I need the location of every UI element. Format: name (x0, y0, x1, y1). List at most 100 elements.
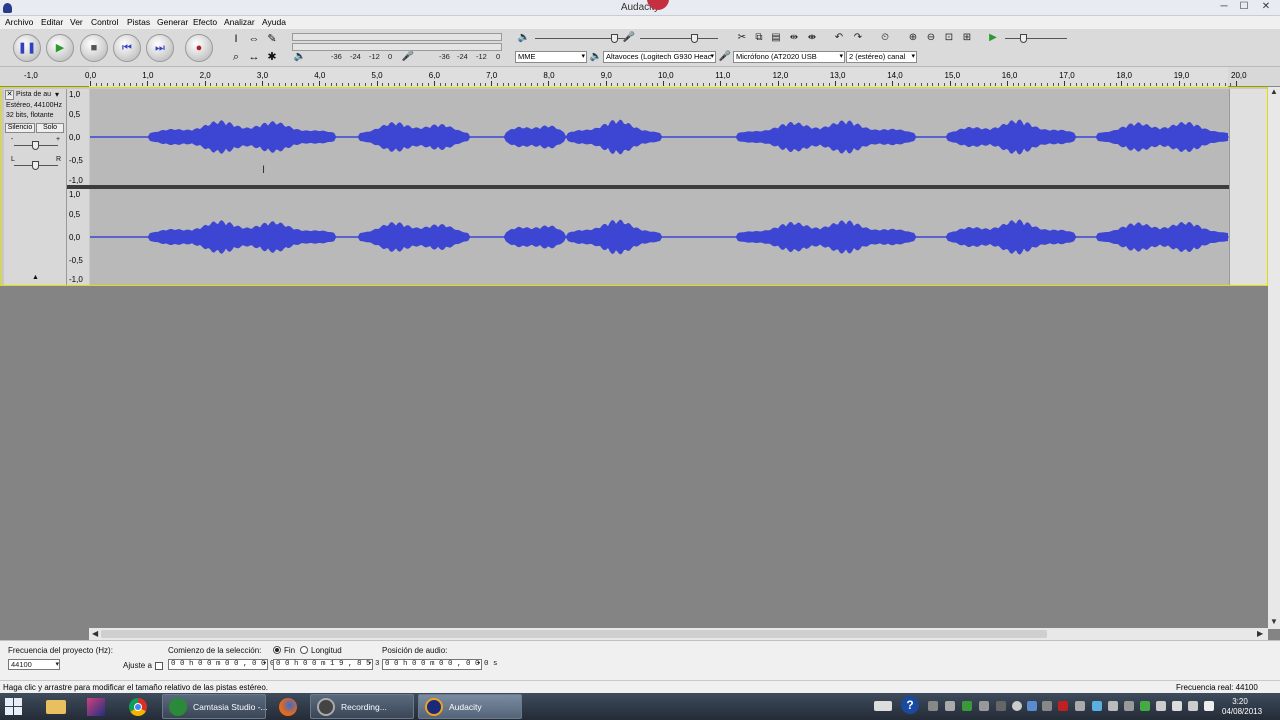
input-volume-slider[interactable] (640, 38, 718, 39)
menu-generar[interactable]: Generar (157, 17, 188, 27)
trim-icon[interactable]: ⇹ (787, 31, 801, 45)
sync-lock-icon[interactable]: ⏲ (878, 31, 892, 45)
tray-app-icon-6[interactable] (1012, 701, 1022, 711)
scroll-right-icon[interactable]: ▶ (1257, 629, 1263, 638)
solo-button[interactable]: Solo (36, 123, 64, 133)
menu-editar[interactable]: Editar (41, 17, 63, 27)
maximize-button[interactable]: ☐ (1234, 0, 1254, 14)
close-window-button[interactable]: ✕ (1256, 0, 1276, 14)
selection-end-field[interactable]: 0 0 h 0 0 m 1 9 , 8 5 3 s ▾ (273, 659, 389, 670)
volume-icon[interactable] (1204, 701, 1214, 711)
fit-selection-icon[interactable]: ⊡ (942, 31, 956, 45)
paste-icon[interactable]: ▤ (769, 31, 783, 45)
waveform-left-channel[interactable] (90, 89, 1229, 185)
silence-icon[interactable]: ⇼ (805, 31, 819, 45)
zoom-tool-icon[interactable]: ⌕ (229, 50, 243, 64)
zoom-in-icon[interactable]: ⊕ (906, 31, 920, 45)
track-menu-chevron-icon[interactable]: ▾ (55, 90, 59, 99)
menu-archivo[interactable]: Archivo (5, 17, 33, 27)
menu-pistas[interactable]: Pistas (127, 17, 150, 27)
vertical-scrollbar[interactable]: ▲ ▼ (1268, 87, 1280, 629)
play-speed-slider[interactable] (1005, 38, 1067, 39)
track-name[interactable]: Pista de au (16, 91, 51, 98)
pan-knob[interactable] (32, 161, 39, 170)
cut-icon[interactable]: ✂ (735, 31, 749, 45)
tray-app-icon-4[interactable] (979, 701, 989, 711)
fit-project-icon[interactable]: ⊞ (960, 31, 974, 45)
taskbar-clock[interactable]: 3:20 04/08/2013 (1222, 697, 1262, 717)
tray-app-icon-2[interactable] (945, 701, 955, 711)
firefox-icon[interactable] (270, 695, 306, 719)
tray-app-icon-5[interactable] (996, 701, 1006, 711)
file-explorer-icon[interactable] (38, 695, 74, 719)
copy-icon[interactable]: ⧉ (752, 31, 766, 45)
record-button[interactable]: ● (185, 34, 213, 62)
length-radio[interactable] (300, 646, 308, 654)
stop-button[interactable]: ■ (80, 34, 108, 62)
tray-app-icon-13[interactable] (1124, 701, 1134, 711)
tray-app-icon-9[interactable] (1058, 701, 1068, 711)
timeshift-tool-icon[interactable]: ↔ (247, 50, 261, 64)
end-radio[interactable] (273, 646, 281, 654)
help-icon[interactable]: ? (901, 696, 919, 714)
playback-meter[interactable] (292, 33, 502, 41)
snap-checkbox[interactable] (155, 662, 163, 670)
start-button[interactable] (4, 697, 24, 717)
selection-start-field[interactable]: 0 0 h 0 0 m 0 0 , 0 0 0 s ▾ (168, 659, 284, 670)
taskbar-camtasia[interactable]: Camtasia Studio -... (162, 694, 268, 719)
pause-button[interactable]: ❚❚ (13, 34, 41, 62)
display-icon[interactable] (1188, 701, 1198, 711)
taskbar-audacity[interactable]: Audacity (418, 694, 522, 719)
tray-app-icon-11[interactable] (1092, 701, 1102, 711)
record-meter[interactable] (292, 43, 502, 51)
input-channels-select[interactable]: 2 (estéreo) canal ▾ (846, 51, 917, 63)
app-pinned-icon[interactable] (78, 695, 114, 719)
horizontal-scrollbar[interactable]: ◀ ▶ (89, 628, 1268, 640)
mute-button[interactable]: Silencio (5, 123, 35, 133)
input-device-select[interactable]: Micrófono (AT2020 USB ▾ (733, 51, 845, 63)
network-icon[interactable] (1156, 701, 1166, 711)
timeline-ruler[interactable]: -1,0 0,0 1,0 2,0 3,0 4,0 5,0 6,0 7,0 8,0 9,0 10,0 11… (0, 67, 1280, 87)
minimize-button[interactable]: ─ (1214, 0, 1234, 14)
tray-app-icon-8[interactable] (1042, 701, 1052, 711)
envelope-tool-icon[interactable]: ⇔ (247, 32, 261, 46)
menu-ver[interactable]: Ver (70, 17, 83, 27)
horizontal-scroll-thumb[interactable] (101, 630, 1047, 638)
gain-knob[interactable] (32, 141, 39, 150)
chrome-icon[interactable] (120, 695, 156, 719)
track-close-button[interactable]: ✕ (5, 90, 14, 100)
waveform-right-channel[interactable] (90, 189, 1229, 285)
tray-app-icon-7[interactable] (1027, 701, 1037, 711)
tray-app-icon-1[interactable] (928, 701, 938, 711)
zoom-out-icon[interactable]: ⊖ (924, 31, 938, 45)
input-volume-knob[interactable] (691, 34, 698, 43)
scroll-down-icon[interactable]: ▼ (1270, 617, 1278, 626)
play-at-speed-icon[interactable]: ▶ (986, 31, 1000, 45)
skip-end-button[interactable]: ⏭ (146, 34, 174, 62)
tray-app-icon-3[interactable] (962, 701, 972, 711)
menu-ayuda[interactable]: Ayuda (262, 17, 286, 27)
menu-efecto[interactable]: Efecto (193, 17, 217, 27)
microphone-icon[interactable]: 🎤 (401, 50, 415, 64)
selection-tool-icon[interactable]: I (229, 32, 243, 46)
scroll-left-icon[interactable]: ◀ (92, 629, 98, 638)
flag-icon[interactable] (1172, 701, 1182, 711)
tray-app-icon-14[interactable] (1140, 701, 1150, 711)
multi-tool-icon[interactable]: ✱ (265, 50, 279, 64)
audio-position-field[interactable]: 0 0 h 0 0 m 0 0 , 0 0 0 s ▾ (382, 659, 498, 670)
audio-host-select[interactable]: MME ▾ (515, 51, 587, 63)
keyboard-icon[interactable] (874, 701, 892, 711)
track-control-panel[interactable]: ✕ Pista de au ▾ Estéreo, 44100Hz 32 bits… (4, 89, 67, 285)
tray-app-icon-12[interactable] (1108, 701, 1118, 711)
tray-app-icon-10[interactable] (1075, 701, 1085, 711)
scroll-up-icon[interactable]: ▲ (1270, 87, 1278, 96)
redo-icon[interactable]: ↷ (851, 31, 865, 45)
play-speed-knob[interactable] (1020, 34, 1027, 43)
skip-start-button[interactable]: ⏮ (113, 34, 141, 62)
project-rate-select[interactable]: 44100 ▾ (8, 659, 60, 670)
menu-control[interactable]: Control (91, 17, 118, 27)
draw-tool-icon[interactable]: ✎ (265, 32, 279, 46)
undo-icon[interactable]: ↶ (832, 31, 846, 45)
menu-analizar[interactable]: Analizar (224, 17, 255, 27)
speaker-icon[interactable]: 🔈 (293, 50, 307, 64)
